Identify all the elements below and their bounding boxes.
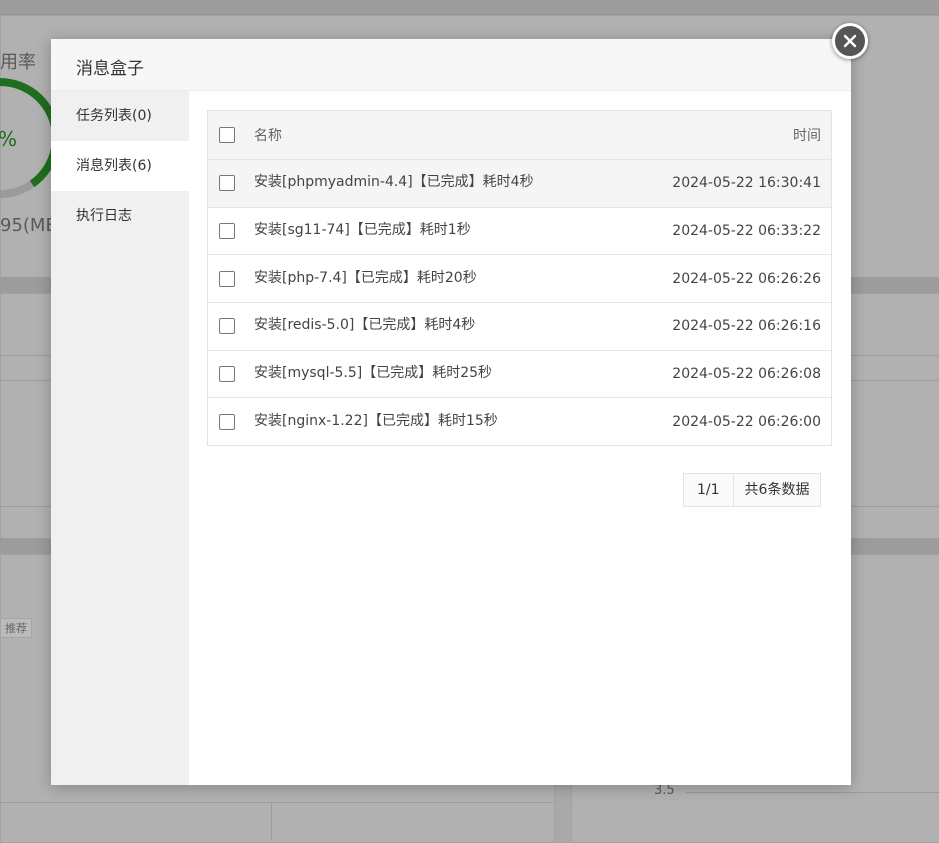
message-list-panel: 名称 时间 安装[phpmyadmin-4.4]【已完成】耗时4秒 2024-0… [189,91,851,785]
modal-header: 消息盒子 [51,39,851,91]
row-checkbox[interactable] [219,223,235,240]
message-time: 2024-05-22 06:26:16 [672,318,821,335]
background-divider [271,802,272,841]
background-axis-line [686,792,939,793]
background-usage-label: 用率 [0,52,36,73]
modal-title: 消息盒子 [76,59,144,79]
background-topbar [0,0,939,15]
row-checkbox[interactable] [219,318,235,335]
message-name: 安装[redis-5.0]【已完成】耗时4秒 [254,317,476,334]
table-row[interactable]: 安装[nginx-1.22]【已完成】耗时15秒 2024-05-22 06:2… [208,397,831,445]
background-axis-tick: 3.5 [654,783,675,798]
message-time: 2024-05-22 06:26:00 [672,413,821,430]
message-table: 名称 时间 安装[phpmyadmin-4.4]【已完成】耗时4秒 2024-0… [207,110,832,447]
pagination: 1/1 共6条数据 [683,473,822,507]
select-all-checkbox[interactable] [219,127,235,143]
message-name: 安装[php-7.4]【已完成】耗时20秒 [254,269,477,286]
close-button[interactable] [832,23,868,59]
row-checkbox[interactable] [219,366,235,383]
background-divider [0,802,553,803]
background-gauge-percent: % [0,127,17,151]
sidebar-item-execution-log[interactable]: 执行日志 [51,191,189,241]
message-name: 安装[mysql-5.5]【已完成】耗时25秒 [254,365,493,382]
message-time: 2024-05-22 06:33:22 [672,223,821,240]
message-time: 2024-05-22 06:26:08 [672,366,821,383]
page-indicator[interactable]: 1/1 [684,474,734,506]
table-row[interactable]: 安装[sg11-74]【已完成】耗时1秒 2024-05-22 06:33:22 [208,206,831,255]
column-header-name: 名称 [254,128,282,144]
message-name: 安装[sg11-74]【已完成】耗时1秒 [254,222,471,239]
message-box-modal: 消息盒子 任务列表(0) 消息列表(6) 执行日志 名称 时间 安装[phpmy… [51,23,868,785]
sidebar-item-message-list[interactable]: 消息列表(6) [51,141,189,191]
table-row[interactable]: 安装[mysql-5.5]【已完成】耗时25秒 2024-05-22 06:26… [208,349,831,398]
message-name: 安装[phpmyadmin-4.4]【已完成】耗时4秒 [254,174,534,191]
table-header-row: 名称 时间 [208,111,831,159]
background-memory-text: 95(MB [0,215,58,236]
row-checkbox[interactable] [219,270,235,287]
sidebar-item-task-list[interactable]: 任务列表(0) [51,91,189,141]
table-row[interactable]: 安装[redis-5.0]【已完成】耗时4秒 2024-05-22 06:26:… [208,302,831,350]
message-name: 安装[nginx-1.22]【已完成】耗时15秒 [254,412,498,429]
close-icon [843,34,857,48]
background-recommend-tag: 推荐 [0,618,32,638]
table-row[interactable]: 安装[php-7.4]【已完成】耗时20秒 2024-05-22 06:26:2… [208,254,831,302]
modal-sidebar: 任务列表(0) 消息列表(6) 执行日志 [51,91,189,785]
row-checkbox[interactable] [219,413,235,430]
column-header-time: 时间 [793,128,821,144]
total-count: 共6条数据 [733,474,821,506]
row-checkbox[interactable] [219,175,235,192]
message-time: 2024-05-22 06:26:26 [672,270,821,287]
table-row[interactable]: 安装[phpmyadmin-4.4]【已完成】耗时4秒 2024-05-22 1… [208,159,831,207]
message-time: 2024-05-22 16:30:41 [672,175,821,192]
